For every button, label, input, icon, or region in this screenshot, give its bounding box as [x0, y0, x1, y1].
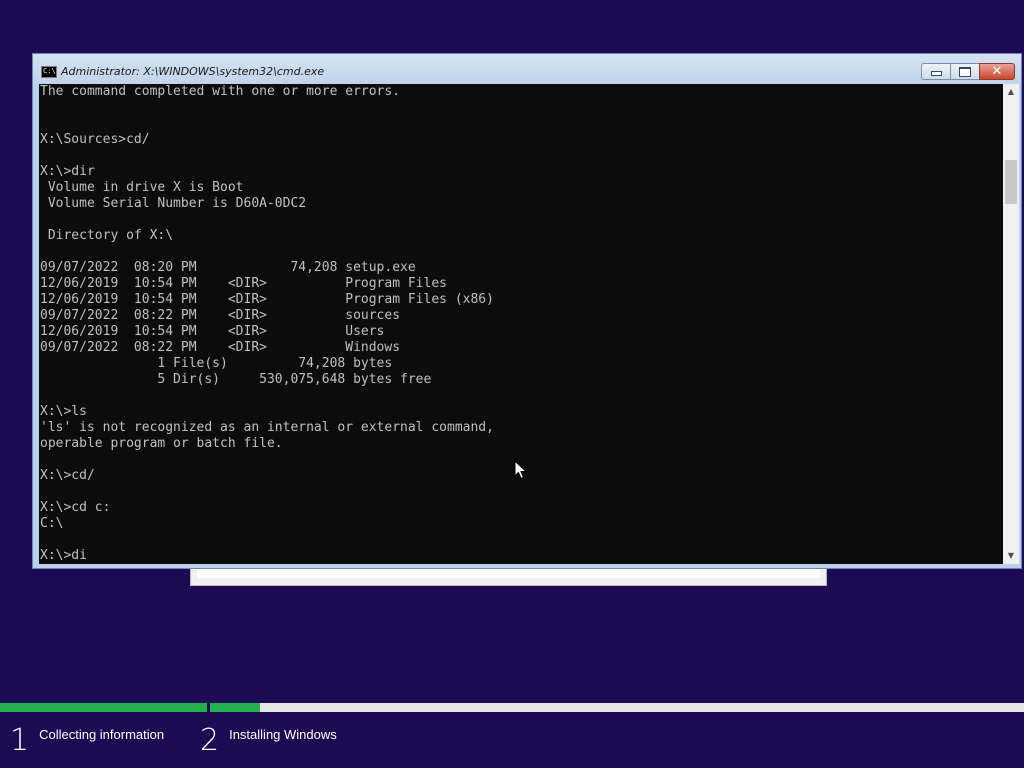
maximize-icon	[959, 66, 971, 77]
close-icon: ✕	[991, 64, 1003, 79]
progress-fill-collecting	[0, 703, 207, 712]
step-label: Collecting information	[39, 727, 165, 742]
close-button[interactable]: ✕	[979, 63, 1015, 80]
progress-fill-installing	[210, 703, 260, 712]
step-collecting-information: 1 Collecting information	[10, 724, 164, 758]
setup-desktop: C:\ Administrator: X:\WINDOWS\system32\c…	[0, 0, 1024, 768]
cmd-icon[interactable]: C:\	[41, 66, 57, 78]
scroll-down-icon[interactable]: ▼	[1003, 548, 1019, 564]
cmd-window[interactable]: C:\ Administrator: X:\WINDOWS\system32\c…	[32, 53, 1022, 569]
mouse-cursor-icon	[514, 460, 528, 480]
progress-segment-collecting	[0, 703, 207, 712]
window-title: Administrator: X:\WINDOWS\system32\cmd.e…	[61, 65, 325, 78]
minimize-button[interactable]	[921, 63, 951, 80]
step-label: Installing Windows	[229, 727, 337, 742]
progress-segment-installing	[210, 703, 1024, 712]
console-text: The command completed with one or more e…	[40, 84, 494, 563]
scroll-up-icon[interactable]: ▲	[1003, 84, 1019, 100]
title-bar[interactable]: C:\ Administrator: X:\WINDOWS\system32\c…	[33, 54, 1021, 84]
scroll-thumb[interactable]	[1005, 160, 1017, 204]
vertical-scrollbar[interactable]: ▲ ▼	[1003, 84, 1019, 564]
setup-dialog-background	[190, 566, 827, 586]
step-number: 1	[10, 723, 30, 758]
step-installing-windows: 2 Installing Windows	[200, 724, 337, 758]
maximize-button[interactable]	[950, 63, 980, 80]
caption-buttons: ✕	[921, 63, 1015, 80]
console-output[interactable]: The command completed with one or more e…	[39, 84, 1003, 564]
step-number: 2	[200, 723, 220, 758]
minimize-icon	[930, 71, 942, 76]
setup-progress-bar	[0, 703, 1024, 712]
